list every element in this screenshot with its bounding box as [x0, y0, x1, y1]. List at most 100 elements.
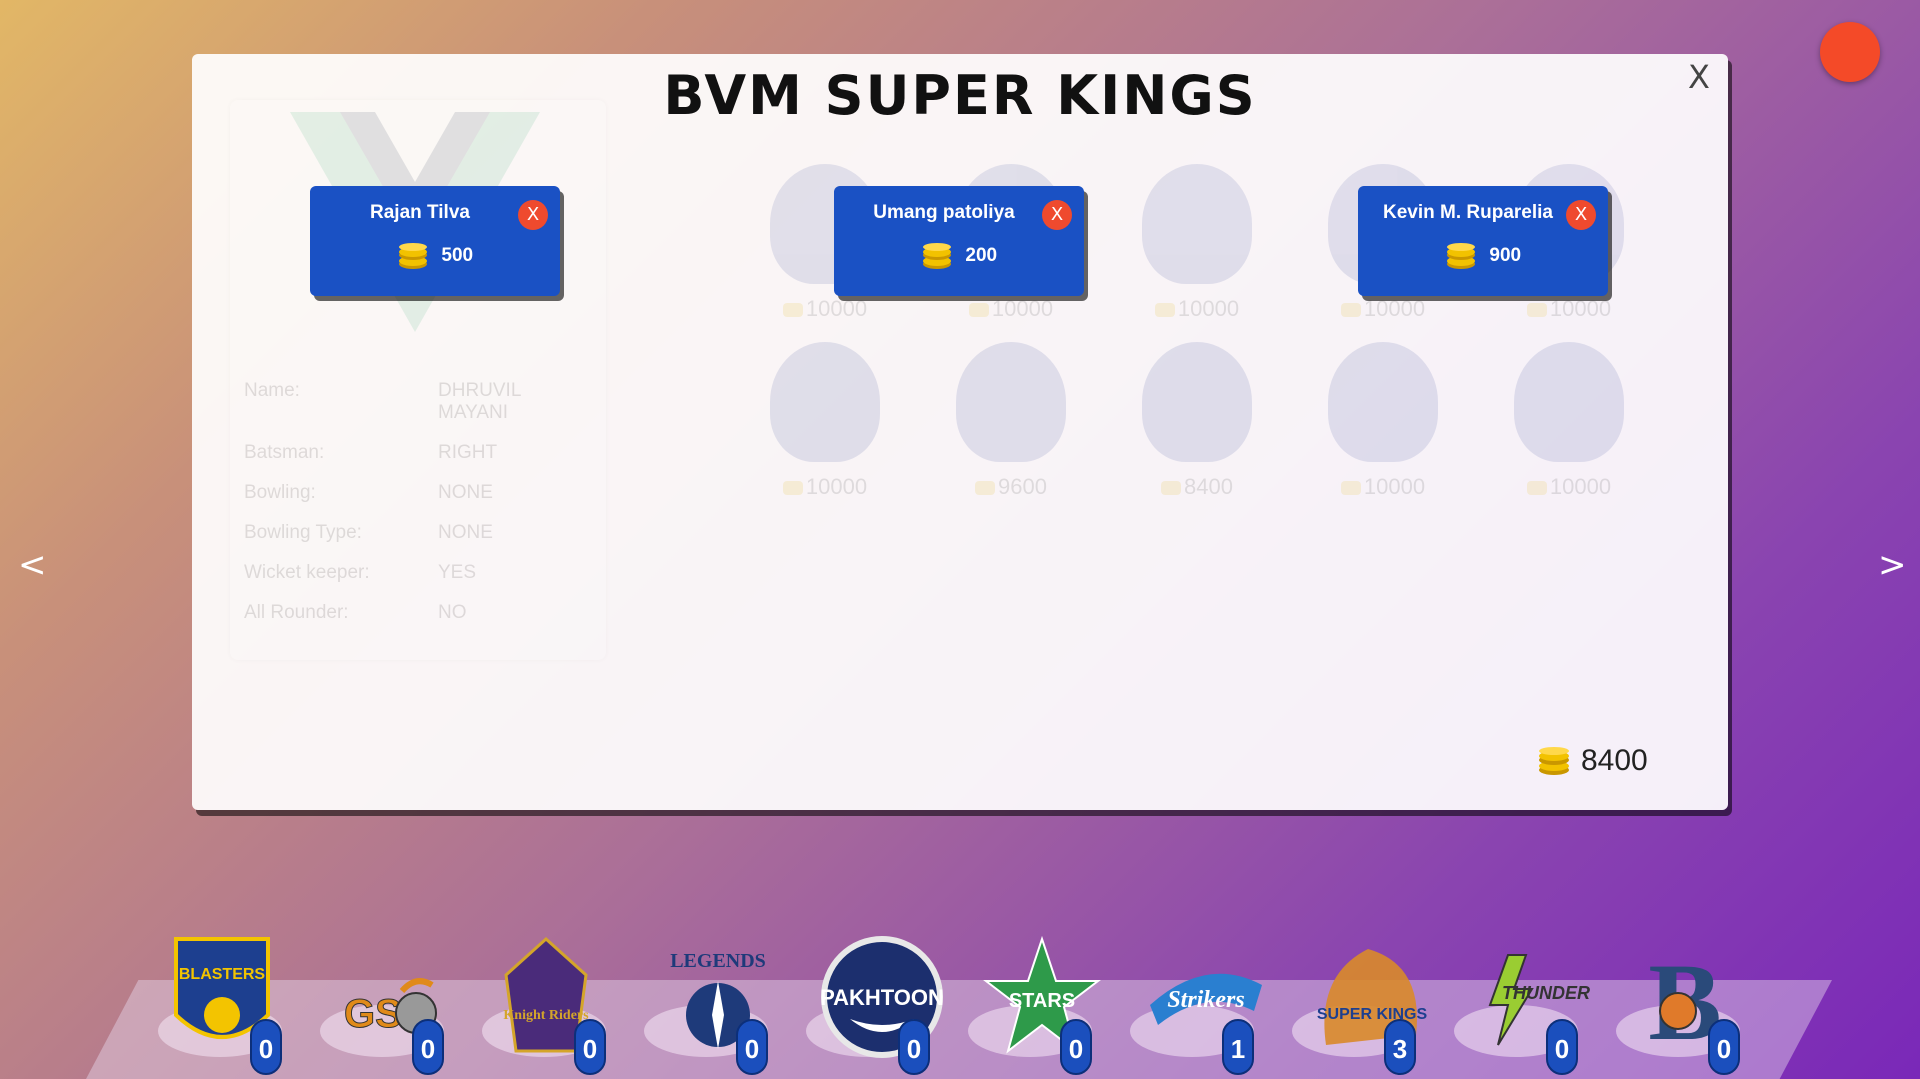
- selected-player-card[interactable]: Kevin M. Ruparelia X 900: [1358, 186, 1608, 296]
- coin-icon: [782, 481, 803, 496]
- team-logo-text: Knight Riders: [503, 1008, 589, 1023]
- prev-team-arrow[interactable]: <: [18, 545, 47, 585]
- selected-player-card[interactable]: Rajan Tilva X 500: [310, 186, 560, 296]
- grid-price: 10000: [805, 474, 868, 499]
- coin-icon: [968, 303, 989, 318]
- grid-team-cell: 8400: [1104, 342, 1290, 500]
- profile-details: Name: DHRUVIL MAYANI Batsman: RIGHT Bowl…: [244, 380, 594, 642]
- profile-row: Bowling Type: NONE: [244, 522, 594, 544]
- coin-stack-icon: [398, 243, 427, 269]
- team-badge-icon: [1514, 342, 1624, 462]
- player-price: 900: [1489, 245, 1522, 266]
- team-badge-icon: [1142, 164, 1252, 284]
- grid-price: 10000: [1549, 296, 1612, 321]
- grid-price: 10000: [1363, 474, 1426, 499]
- close-button[interactable]: X: [1688, 58, 1710, 96]
- team-badge-icon: [1142, 342, 1252, 462]
- coin-stack-icon: [1446, 243, 1475, 269]
- profile-key: Wicket keeper:: [244, 562, 370, 583]
- player-name: Rajan Tilva: [370, 202, 470, 223]
- profile-value: NONE: [438, 522, 493, 543]
- grid-row: 10000 9600 8400 10000 10000: [732, 342, 1692, 500]
- profile-row: Batsman: RIGHT: [244, 442, 594, 464]
- profile-row: Name: DHRUVIL MAYANI: [244, 380, 594, 424]
- team-logo-text: GS: [344, 992, 402, 1036]
- coin-stack-icon: [922, 243, 951, 269]
- grid-team-cell: 10000: [1476, 342, 1662, 500]
- player-price: 500: [441, 245, 474, 266]
- team-logo-text: SUPER KINGS: [1317, 1006, 1428, 1023]
- team-item-stars[interactable]: STARS 0: [968, 935, 1118, 1079]
- team-item-strikers[interactable]: Strikers 1: [1130, 935, 1280, 1079]
- record-indicator[interactable]: [1820, 22, 1880, 82]
- coin-stack-icon: [1539, 747, 1569, 775]
- team-player-count: 0: [736, 1019, 768, 1075]
- coin-icon: [1526, 481, 1547, 496]
- grid-team-cell: 9600: [918, 342, 1104, 500]
- grid-team-cell: 10000: [1104, 164, 1290, 322]
- team-player-count: 0: [574, 1019, 606, 1075]
- team-item-super-kings[interactable]: SUPER KINGS 3: [1292, 935, 1442, 1079]
- team-item-pakhtoon[interactable]: PAKHTOON 0: [806, 935, 956, 1079]
- remaining-budget: 8400: [1537, 744, 1648, 778]
- team-logo-text: BLASTERS: [179, 966, 266, 983]
- profile-key: All Rounder:: [244, 602, 349, 623]
- team-item-b-tigers[interactable]: B 0: [1616, 935, 1766, 1079]
- team-badge-icon: [1328, 342, 1438, 462]
- player-profile-card: Name: DHRUVIL MAYANI Batsman: RIGHT Bowl…: [230, 100, 606, 660]
- profile-key: Name:: [244, 380, 300, 401]
- profile-value: DHRUVIL MAYANI: [438, 380, 521, 423]
- profile-row: Bowling: NONE: [244, 482, 594, 504]
- profile-row: All Rounder: NO: [244, 602, 594, 624]
- team-player-count: 0: [412, 1019, 444, 1075]
- team-item-knight-riders[interactable]: Knight Riders 0: [482, 935, 632, 1079]
- grid-price: 10000: [805, 296, 868, 321]
- grid-price: 9600: [998, 474, 1047, 499]
- team-item-thunder[interactable]: THUNDER 0: [1454, 935, 1604, 1079]
- profile-value: RIGHT: [438, 442, 498, 463]
- grid-team-cell: 10000: [1290, 342, 1476, 500]
- coin-icon: [1161, 481, 1182, 496]
- coin-icon: [1340, 481, 1361, 496]
- team-player-count: 0: [1708, 1019, 1740, 1075]
- team-badge-icon: [770, 342, 880, 462]
- remove-player-button[interactable]: X: [1042, 200, 1072, 230]
- budget-value: 8400: [1581, 744, 1648, 777]
- profile-value: YES: [438, 562, 477, 583]
- team-logo-text: THUNDER: [1502, 983, 1590, 1003]
- next-team-arrow[interactable]: >: [1878, 545, 1907, 585]
- team-player-count: 0: [250, 1019, 282, 1075]
- team-badge-icon: [956, 342, 1066, 462]
- coin-icon: [975, 481, 996, 496]
- team-logo-text: Strikers: [1167, 987, 1244, 1013]
- profile-key: Bowling Type:: [244, 522, 362, 543]
- remove-player-button[interactable]: X: [518, 200, 548, 230]
- team-logo-text: LEGENDS: [670, 950, 766, 972]
- player-name: Kevin M. Ruparelia: [1383, 202, 1553, 223]
- team-logo-text: STARS: [1009, 990, 1075, 1012]
- team-player-count: 0: [898, 1019, 930, 1075]
- team-item-legends[interactable]: LEGENDS 0: [644, 935, 794, 1079]
- grid-price: 10000: [1177, 296, 1240, 321]
- team-player-count: 0: [1546, 1019, 1578, 1075]
- profile-value: NONE: [438, 482, 493, 503]
- team-modal: BVM SUPER KINGS X Name: DHRUVIL MAYANI B…: [192, 54, 1728, 810]
- profile-key: Bowling:: [244, 482, 316, 503]
- profile-row: Wicket keeper: YES: [244, 562, 594, 584]
- grid-price: 10000: [1363, 296, 1426, 321]
- team-player-count: 0: [1060, 1019, 1092, 1075]
- player-price: 200: [965, 245, 998, 266]
- player-name: Umang patoliya: [873, 202, 1015, 223]
- grid-price: 10000: [1549, 474, 1612, 499]
- team-item-gs[interactable]: GS 0: [320, 935, 470, 1079]
- coin-icon: [1340, 303, 1361, 318]
- profile-value: NO: [438, 602, 467, 623]
- team-player-count: 1: [1222, 1019, 1254, 1075]
- coin-icon: [1154, 303, 1175, 318]
- team-item-blasters[interactable]: BLASTERS 0: [158, 935, 308, 1079]
- profile-key: Batsman:: [244, 442, 325, 463]
- team-player-count: 3: [1384, 1019, 1416, 1075]
- remove-player-button[interactable]: X: [1566, 200, 1596, 230]
- selected-player-card[interactable]: Umang patoliya X 200: [834, 186, 1084, 296]
- coin-icon: [1526, 303, 1547, 318]
